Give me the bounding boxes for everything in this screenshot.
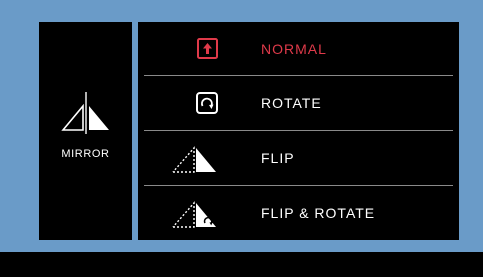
menu-item-label: ROTATE — [261, 95, 322, 111]
mirror-triangles-icon — [61, 92, 109, 134]
mirror-label: MIRROR — [61, 148, 110, 160]
menu-item-flip[interactable]: FLIP — [138, 131, 459, 185]
mirror-panel[interactable]: MIRROR — [39, 22, 132, 240]
menu-item-flip-rotate[interactable]: FLIP & ROTATE — [138, 186, 459, 240]
orientation-menu: NORMAL ROTATE FLIP FLIP & ROTATE — [138, 22, 459, 240]
menu-item-normal[interactable]: NORMAL — [138, 22, 459, 76]
menu-item-label: NORMAL — [261, 41, 327, 57]
menu-item-rotate[interactable]: ROTATE — [138, 76, 459, 130]
flip-triangle-icon — [172, 146, 216, 173]
menu-item-label: FLIP — [261, 150, 295, 166]
rotate-box-icon — [196, 92, 218, 114]
bottom-bar — [0, 252, 483, 277]
menu-item-label: FLIP & ROTATE — [261, 205, 376, 221]
arrow-up-box-icon — [197, 38, 218, 59]
flip-rotate-icon — [172, 201, 216, 228]
